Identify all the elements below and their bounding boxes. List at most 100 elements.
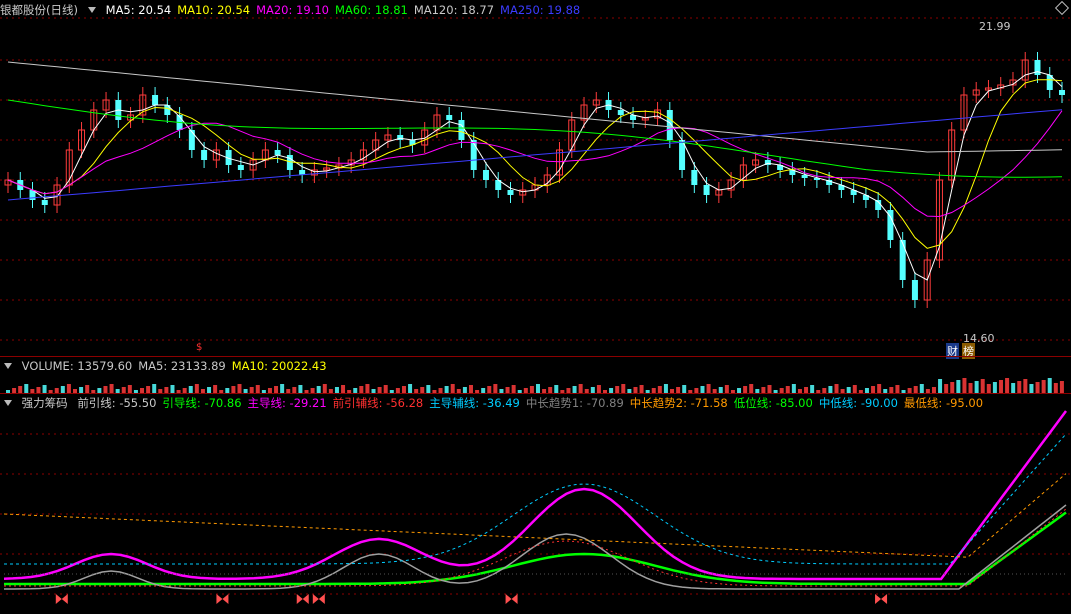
volume-bar [401,386,406,393]
volume-bar [444,386,449,393]
volume-bar [895,385,900,393]
volume-bar [536,384,540,393]
volume-bar [42,385,47,393]
volume-bar [950,382,955,393]
volume-bar [657,386,662,393]
butterfly-icon [875,594,888,604]
candle-body [470,140,477,170]
volume-bar [493,384,498,393]
volume-bar [871,386,876,393]
volume-bar [194,384,199,393]
volume-bar [322,384,327,393]
volume-bar [980,379,985,393]
volume-bar [529,386,534,393]
volume-bar [60,386,65,393]
volume-bar [834,384,839,393]
candle-body [1059,90,1065,95]
candle-body [237,165,244,170]
candle-body [801,175,808,178]
volume-bars[interactable] [0,357,1071,393]
butterfly-icon [312,594,325,604]
volume-bar [791,384,796,393]
volume-bar [767,385,772,393]
volume-bar [255,385,260,393]
main-aux-line [4,433,1067,565]
volume-bar [1011,383,1016,393]
candle-body [899,240,906,280]
candle-body [703,185,710,195]
volume-bar [408,384,413,393]
volume-bar [1035,382,1040,393]
candle-body [274,150,281,155]
trend2-line [3,473,1067,558]
volume-bar [383,385,388,393]
volume-bar [810,385,815,393]
volume-bar [274,386,279,393]
volume-bar [962,378,967,393]
volume-bar [24,384,29,393]
candle-body [691,170,698,185]
butterfly-icon [296,594,309,604]
volume-bar [749,384,754,393]
volume-bar [1041,380,1046,393]
candle-body [152,95,159,105]
volume-bar [468,385,473,393]
volume-panel[interactable]: VOLUME: 13579.60 MA5: 23133.89 MA10: 20022… [0,357,1071,393]
volume-bar [992,382,997,393]
high-price-label: 21.99 [979,20,1011,33]
butterfly-icon [505,594,518,604]
volume-bar [66,384,71,393]
volume-bar [146,386,151,393]
price-panel[interactable]: 银都股份(日线) MA5: 20.54 MA10: 20.54 MA20: 19.1… [0,0,1071,359]
volume-bar [213,385,218,393]
volume-bar [944,384,949,393]
volume-bar [785,386,790,393]
volume-bar [578,384,583,393]
volume-bar [663,384,668,393]
candlestick-chart[interactable] [0,0,1071,356]
volume-bar [365,384,370,393]
volume-bar [152,384,157,393]
volume-bar [1047,378,1052,393]
candle-body [911,280,918,300]
volume-bar [572,386,577,393]
volume-bar [280,384,285,393]
volume-bar [596,385,601,393]
volume-bar [968,383,973,393]
volume-bar [1005,378,1010,393]
candle-body [188,130,195,150]
indicator-chart[interactable] [0,394,1071,614]
volume-bar [700,386,705,393]
candle-body [482,170,489,180]
volume-bar [639,385,644,393]
volume-bar [554,385,559,393]
volume-bar [316,386,321,393]
candle-body [458,120,465,140]
candle-body [507,190,514,195]
candle-body [201,150,208,160]
volume-bar [237,384,242,393]
butterfly-icon [216,594,229,604]
volume-bar [998,380,1003,393]
candle-body [41,200,48,205]
volume-bar [1059,381,1064,393]
volume-bar [743,386,748,393]
volume-bar [1017,381,1022,393]
event-marker[interactable]: $ [195,342,203,353]
volume-bar [85,385,90,393]
volume-bar [1029,384,1034,393]
volume-bar [1023,379,1028,393]
volume-bar [724,385,729,393]
volume-bar [359,386,364,393]
indicator-panel[interactable]: 强力筹码 前引线: -55.50 引导线: -70.86 主导线: -29.21 前引… [0,394,1071,614]
volume-bar [231,386,236,393]
volume-bar [938,379,943,393]
volume-bar [426,385,431,393]
volume-bar [986,384,991,393]
guide-line [4,511,1067,586]
volume-bar [919,384,924,393]
volume-bar [974,381,979,393]
volume-bar [956,380,961,393]
volume-bar [341,385,346,393]
volume-bar [511,385,516,393]
